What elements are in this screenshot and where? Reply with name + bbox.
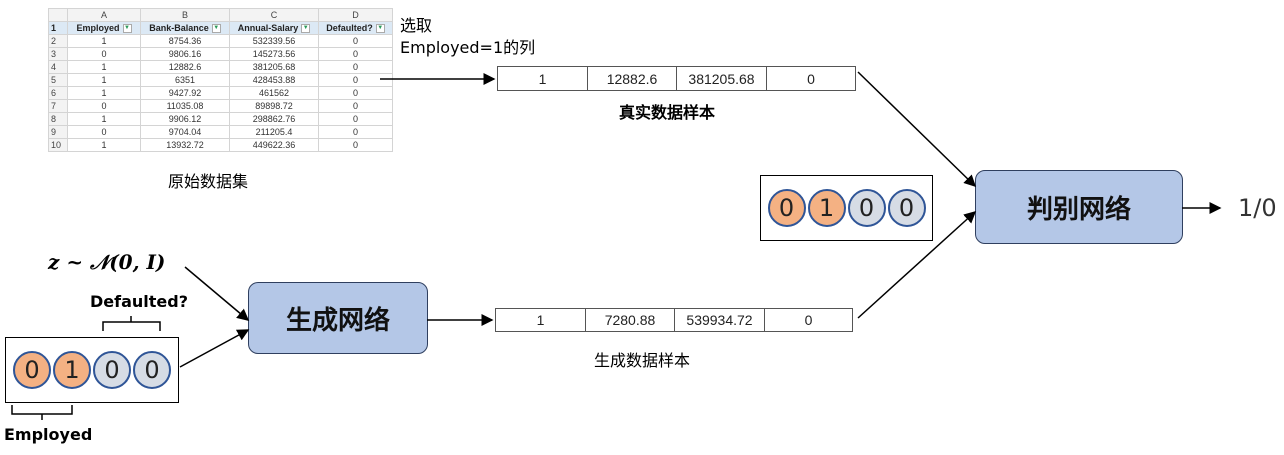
employed-bracket — [11, 405, 73, 420]
real-to-discriminator-arrow — [857, 71, 977, 188]
defaulted-bracket — [102, 316, 161, 331]
noise-arrow — [184, 266, 250, 321]
condition-arrow — [179, 329, 250, 368]
arrows-layer — [11, 71, 1222, 420]
generated-to-discriminator-arrow — [857, 210, 977, 319]
diagram: A B C D 1 Employed ▼ Bank-Balance ▼ Annual… — [0, 0, 1284, 455]
